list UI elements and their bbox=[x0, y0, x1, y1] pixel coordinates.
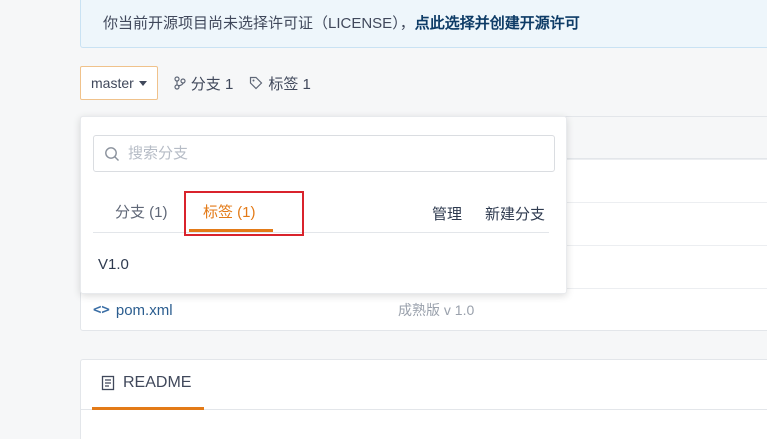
readme-tab-indicator bbox=[92, 407, 204, 410]
branch-dropdown: 分支 (1) 标签 (1) 管理 新建分支 V1.0 bbox=[80, 116, 567, 294]
new-branch-link[interactable]: 新建分支 bbox=[485, 203, 545, 224]
tab-branches[interactable]: 分支 (1) bbox=[115, 201, 168, 222]
branch-search[interactable] bbox=[93, 135, 555, 172]
file-name[interactable]: pom.xml bbox=[116, 302, 173, 319]
tag-item[interactable]: V1.0 bbox=[98, 256, 129, 273]
search-icon bbox=[105, 146, 119, 161]
repo-toolbar: master 分支 1 标签 1 bbox=[80, 66, 311, 100]
create-license-link[interactable]: 点此选择并创建开源许可 bbox=[415, 15, 580, 32]
manage-link[interactable]: 管理 bbox=[432, 203, 462, 224]
dropdown-tabs: 分支 (1) 标签 (1) 管理 新建分支 bbox=[93, 191, 549, 236]
readme-panel: README bbox=[80, 359, 767, 439]
code-file-icon: <> bbox=[93, 302, 110, 318]
readme-tab[interactable]: README bbox=[101, 374, 191, 392]
readme-header: README bbox=[81, 360, 767, 410]
branch-icon bbox=[174, 76, 186, 90]
license-notice-text: 你当前开源项目尚未选择许可证（LICENSE）， bbox=[103, 15, 415, 32]
commit-message[interactable]: 成熟版 v 1.0 bbox=[398, 300, 474, 320]
tag-icon bbox=[250, 76, 263, 90]
tags-count-link[interactable]: 标签 1 bbox=[249, 73, 311, 94]
active-tab-indicator bbox=[189, 229, 273, 232]
branch-name: master bbox=[91, 75, 134, 91]
caret-down-icon bbox=[138, 80, 147, 86]
branch-selector[interactable]: master bbox=[80, 66, 158, 100]
file-row[interactable]: <> pom.xml 成熟版 v 1.0 bbox=[81, 288, 767, 331]
branches-count-label: 分支 1 bbox=[190, 75, 234, 93]
tags-count-label: 标签 1 bbox=[268, 75, 311, 93]
tab-tags[interactable]: 标签 (1) bbox=[203, 201, 256, 222]
search-input[interactable] bbox=[128, 145, 528, 162]
readme-title: README bbox=[123, 374, 192, 391]
document-icon bbox=[101, 375, 115, 391]
branches-count-link[interactable]: 分支 1 bbox=[174, 73, 234, 94]
license-notice: 你当前开源项目尚未选择许可证（LICENSE），点此选择并创建开源许可 bbox=[80, 0, 767, 48]
